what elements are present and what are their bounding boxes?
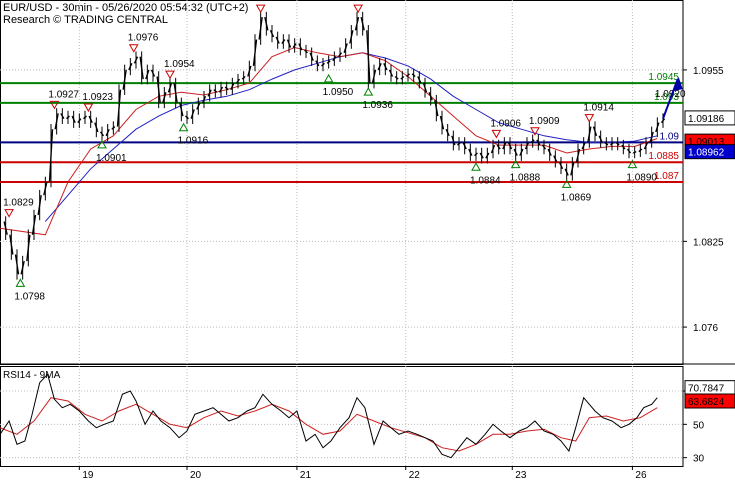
price-bar — [326, 60, 331, 64]
swing-low-label: 1.0916 — [178, 136, 209, 147]
swing-high-marker — [83, 103, 94, 113]
level-label: 1.09 — [660, 131, 680, 142]
price-tag-label: 1.08962 — [688, 148, 725, 159]
indicator-tag-label: 70.7847 — [688, 384, 725, 395]
level-label: 1.0885 — [648, 151, 679, 162]
x-tick-label: 21 — [300, 470, 312, 480]
price-tag-label: 1.09186 — [688, 114, 725, 125]
price-y-tick-label: 1.0955 — [693, 66, 724, 77]
indicator-panel-frame — [0, 366, 684, 467]
price-bar — [632, 151, 637, 154]
swing-low-label: 1.0936 — [362, 100, 393, 111]
swing-high-label: 1.0923 — [82, 92, 113, 103]
x-tick-label: 23 — [515, 470, 527, 480]
swing-high-marker — [584, 114, 595, 123]
swing-high-marker — [165, 70, 175, 80]
x-tick-label: 20 — [190, 470, 202, 480]
rsi-line — [0, 373, 658, 459]
swing-high-label: 1.0927 — [48, 89, 79, 100]
level-label: 1.087 — [654, 171, 679, 182]
price-bar — [213, 89, 218, 93]
price-bar — [321, 62, 325, 67]
price-y-tick-label: 1.0825 — [693, 237, 724, 248]
level-label: 1.0945 — [648, 72, 679, 83]
swing-high-label: 1.0829 — [3, 198, 34, 209]
swing-low-label: 1.0901 — [96, 153, 127, 164]
swing-low-label: 1.0890 — [626, 173, 657, 184]
swing-high-marker — [255, 4, 266, 14]
swing-high-marker — [353, 4, 363, 14]
swing-low-marker — [471, 162, 481, 171]
price-bar — [394, 75, 399, 80]
chart-svg: 19 20 21 22 23 261.09551.08251.0761.09451.093… — [0, 0, 735, 480]
swing-low-marker — [323, 73, 334, 83]
x-tick-label: 26 — [635, 470, 647, 480]
swing-low-marker — [363, 87, 374, 96]
swing-low-label: 1.0884 — [470, 175, 501, 186]
swing-high-label: 1.0999 — [255, 0, 286, 4]
indicator-tag-label: 63.6824 — [688, 397, 725, 408]
price-bar — [474, 152, 478, 157]
swing-high-marker — [491, 129, 502, 139]
swing-low-label: 1.0888 — [510, 173, 541, 184]
swing-high-label: 1.0909 — [529, 116, 560, 127]
swing-low-marker — [178, 122, 189, 132]
swing-high-marker — [128, 44, 139, 53]
price-bar — [638, 148, 643, 153]
swing-high-label: 1.0914 — [583, 103, 614, 114]
swing-high-label: 1.0906 — [490, 118, 521, 129]
price-bar — [241, 75, 246, 80]
swing-low-label: 1.0798 — [14, 291, 45, 302]
x-tick-label: 19 — [82, 470, 94, 480]
price-bar — [400, 75, 405, 80]
price-bar — [83, 115, 87, 120]
indicator-y-tick-label: 50 — [693, 420, 705, 431]
price-bar — [111, 126, 116, 130]
swing-high-label: 1.0954 — [164, 59, 195, 70]
indicator-y-tick-label: 30 — [693, 454, 705, 465]
price-bar — [66, 115, 70, 120]
price-bar — [224, 86, 229, 91]
indicator-title: RSI14 - 9MA — [3, 370, 61, 381]
price-bar — [411, 73, 416, 78]
price-bar — [185, 115, 189, 120]
x-tick-label: 22 — [409, 470, 421, 480]
swing-low-marker — [15, 278, 26, 287]
chart-root: EUR/USD - 30min - 05/26/2020 05:54:32 (U… — [0, 0, 735, 480]
swing-high-label: 1.0976 — [128, 33, 159, 44]
swing-low-label: 1.0950 — [323, 87, 354, 98]
price-y-tick-label: 1.076 — [693, 323, 718, 334]
swing-low-label: 1.0869 — [561, 192, 592, 203]
swing-high-marker — [4, 209, 14, 218]
price-bar — [406, 73, 410, 78]
